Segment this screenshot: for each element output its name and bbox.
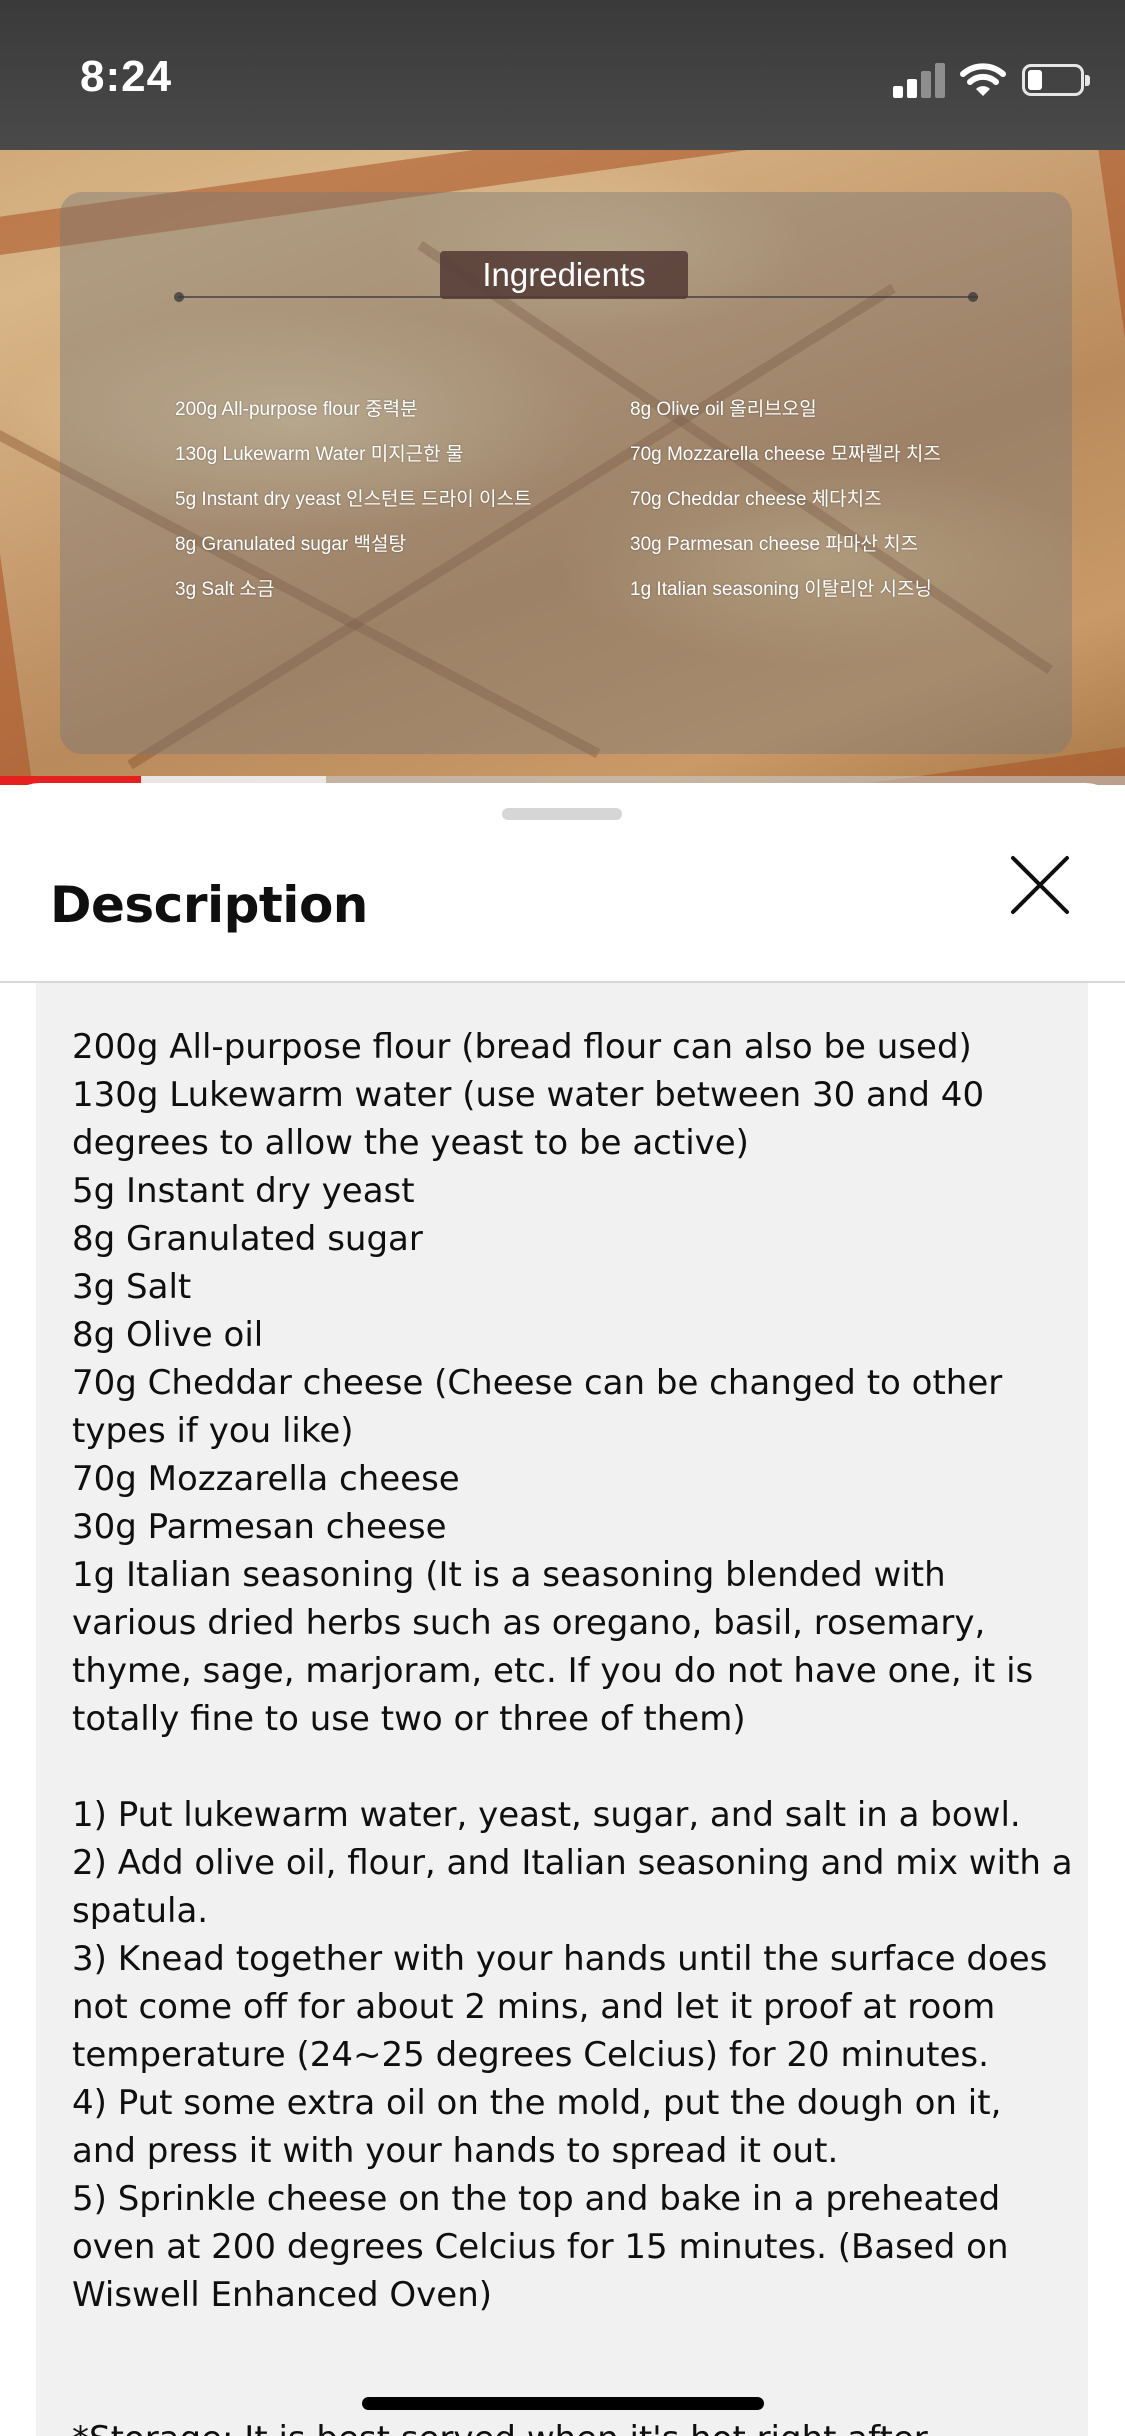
description-line: 70g Mozzarella cheese <box>72 1459 460 1499</box>
status-time: 8:24 <box>80 52 173 101</box>
close-icon[interactable] <box>1003 848 1077 922</box>
description-line: not come off for about 2 mins, and let i… <box>72 1987 996 2027</box>
ingredient-item: 1g Italian seasoning 이탈리안 시즈닝 <box>630 579 932 600</box>
description-line: 2) Add olive oil, flour, and Italian sea… <box>72 1843 1073 1883</box>
ingredient-item: 3g Salt 소금 <box>175 579 275 600</box>
ingredient-item: 8g Olive oil 올리브오일 <box>630 399 817 420</box>
description-line: 3g Salt <box>72 1267 192 1307</box>
description-line: degrees to allow the yeast to be active) <box>72 1123 749 1163</box>
description-line: totally fine to use two or three of them… <box>72 1699 746 1739</box>
ingredients-left-column: 200g All-purpose flour 중력분 130g Lukewarm… <box>175 398 531 623</box>
ingredients-title: Ingredients <box>440 251 688 299</box>
description-line: 5) Sprinkle cheese on the top and bake i… <box>72 2179 1001 2219</box>
description-line: various dried herbs such as oregano, bas… <box>72 1603 986 1643</box>
ingredient-item: 8g Granulated sugar 백설탕 <box>175 534 406 555</box>
description-line: 1g Italian seasoning (It is a seasoning … <box>72 1555 946 1595</box>
battery-icon <box>1022 64 1090 96</box>
description-line: 3) Knead together with your hands until … <box>72 1939 1048 1979</box>
status-bar: 8:24 <box>0 0 1125 150</box>
description-line: types if you like) <box>72 1411 354 1451</box>
home-indicator[interactable] <box>362 2397 764 2410</box>
ingredients-overlay: Ingredients 200g All-purpose flour 중력분 1… <box>60 192 1072 754</box>
ingredient-item: 30g Parmesan cheese 파마산 치즈 <box>630 534 919 555</box>
video-player[interactable]: 8:24 Ingredients 200g All-purpose flour … <box>0 0 1125 785</box>
description-line: 5g Instant dry yeast <box>72 1171 415 1211</box>
description-line <box>72 1743 1052 1791</box>
description-line: Wiswell Enhanced Oven) <box>72 2275 493 2315</box>
description-line: 30g Parmesan cheese <box>72 1507 447 1547</box>
ingredient-item: 70g Cheddar cheese 체다치즈 <box>630 489 882 510</box>
description-line: 70g Cheddar cheese (Cheese can be change… <box>72 1363 1003 1403</box>
description-line: spatula. <box>72 1891 209 1931</box>
rule-dot <box>968 292 978 302</box>
description-line: thyme, sage, marjoram, etc. If you do no… <box>72 1651 1034 1691</box>
wifi-icon <box>960 63 1006 96</box>
description-line: 130g Lukewarm water (use water between 3… <box>72 1075 985 1115</box>
description-line: 8g Granulated sugar <box>72 1219 423 1259</box>
ingredient-item: 70g Mozzarella cheese 모짜렐라 치즈 <box>630 444 941 465</box>
sheet-drag-handle[interactable] <box>502 808 622 820</box>
ingredient-item: 200g All-purpose flour 중력분 <box>175 399 418 420</box>
ingredients-right-column: 8g Olive oil 올리브오일 70g Mozzarella cheese… <box>630 398 941 623</box>
description-line: 1) Put lukewarm water, yeast, sugar, and… <box>72 1795 1021 1835</box>
description-line: oven at 200 degrees Celcius for 15 minut… <box>72 2227 1009 2267</box>
description-line <box>72 2319 1052 2367</box>
description-line: *Storage: It is best served when it's ho… <box>72 2415 1052 2436</box>
description-line: temperature (24~25 degrees Celcius) for … <box>72 2035 989 2075</box>
cellular-signal-icon <box>893 62 945 98</box>
description-sheet: Description 200g All-purpose flour (brea… <box>0 783 1125 2436</box>
rule-dot <box>174 292 184 302</box>
description-line: 200g All-purpose flour (bread flour can … <box>72 1027 972 1067</box>
ingredient-item: 5g Instant dry yeast 인스턴트 드라이 이스트 <box>175 489 532 510</box>
ingredient-item: 130g Lukewarm Water 미지근한 물 <box>175 444 464 465</box>
description-text: 200g All-purpose flour (bread flour can … <box>36 983 1088 2436</box>
description-line: 8g Olive oil <box>72 1315 264 1355</box>
description-line: and press it with your hands to spread i… <box>72 2131 839 2171</box>
sheet-title: Description <box>50 876 368 934</box>
description-line: 4) Put some extra oil on the mold, put t… <box>72 2083 1002 2123</box>
